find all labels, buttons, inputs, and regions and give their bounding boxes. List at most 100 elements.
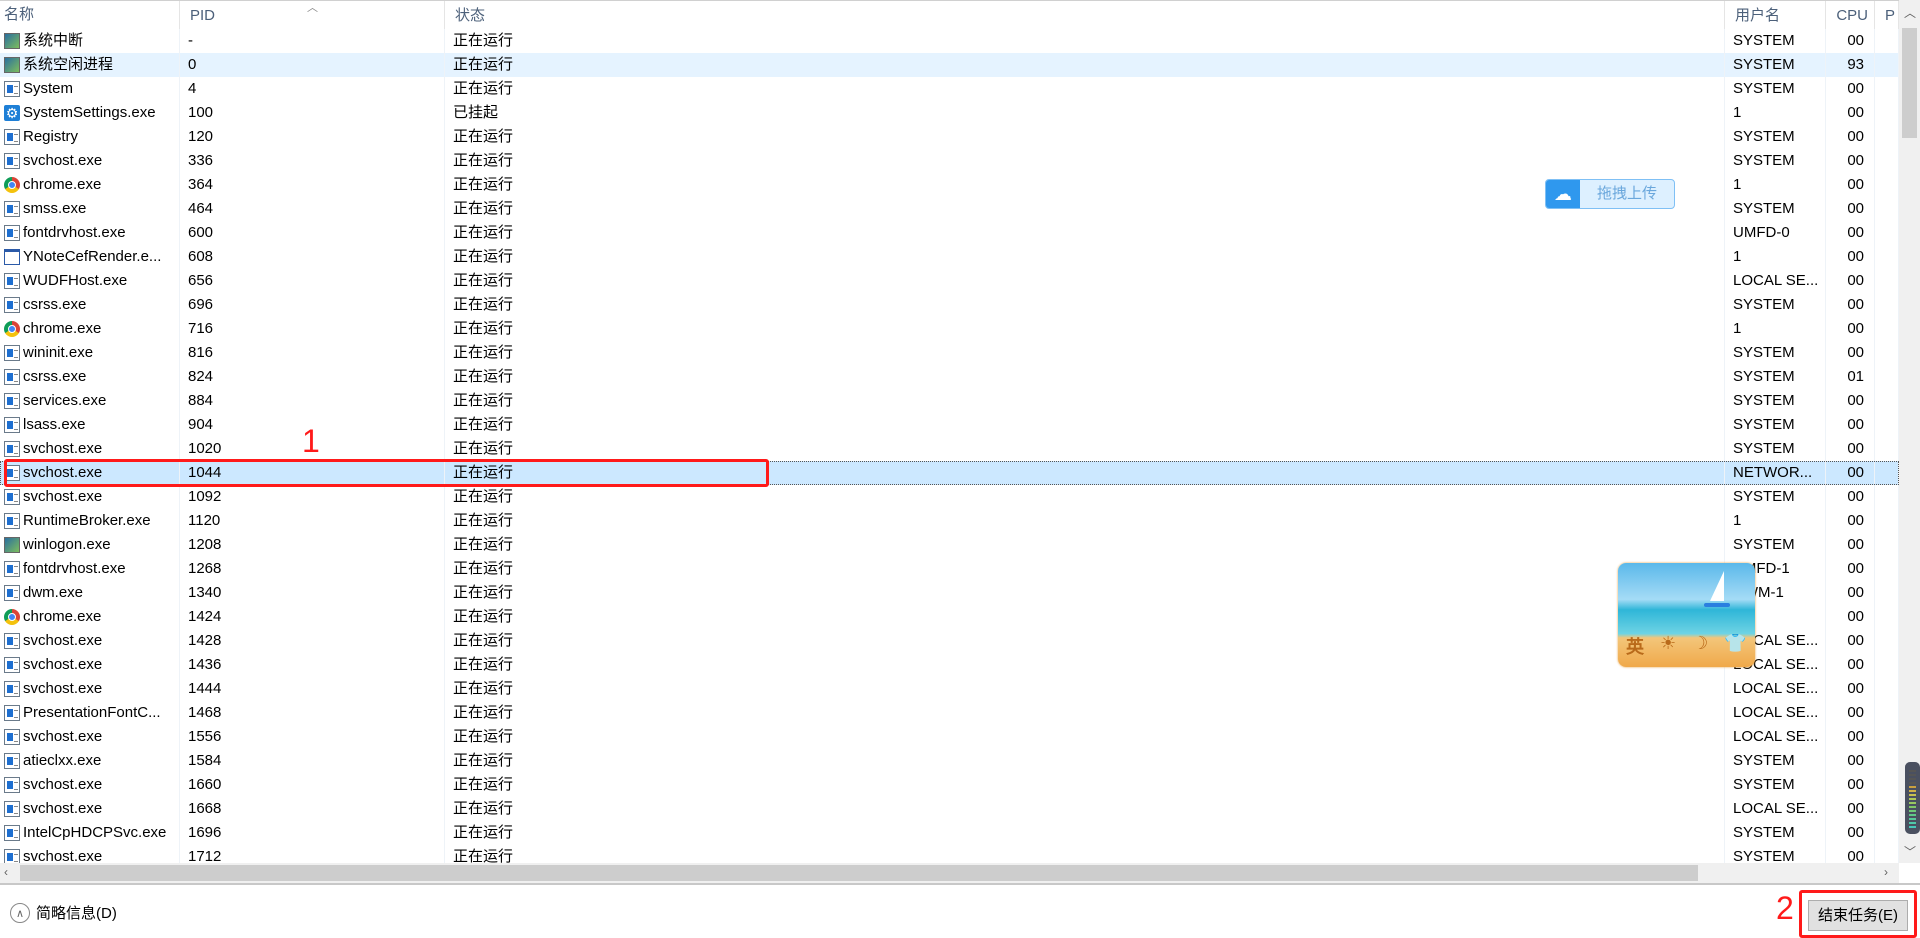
horizontal-scrollbar[interactable]: ‹ › — [0, 863, 1899, 883]
process-row[interactable]: dwm.exe 1340 正在运行 DWM-1 00 — [0, 581, 1899, 605]
process-row[interactable]: 系统空闲进程 0 正在运行 SYSTEM 93 — [0, 53, 1899, 77]
process-row[interactable]: svchost.exe 1660 正在运行 SYSTEM 00 — [0, 773, 1899, 797]
application-icon — [4, 633, 20, 649]
process-pid: 464 — [180, 197, 445, 221]
process-row[interactable]: System 4 正在运行 SYSTEM 00 — [0, 77, 1899, 101]
scroll-left-icon[interactable]: ‹ — [4, 865, 8, 879]
process-name-cell: RuntimeBroker.exe — [0, 509, 180, 533]
process-cpu: 00 — [1826, 485, 1875, 509]
column-header-user[interactable]: 用户名 — [1725, 1, 1826, 29]
column-header-cpu[interactable]: CPU — [1826, 1, 1875, 29]
process-cpu: 00 — [1826, 245, 1875, 269]
process-pid: 1340 — [180, 581, 445, 605]
process-row[interactable]: ⚙ SystemSettings.exe 100 已挂起 1 00 — [0, 101, 1899, 125]
process-row[interactable]: svchost.exe 1092 正在运行 SYSTEM 00 — [0, 485, 1899, 509]
process-row[interactable]: svchost.exe 1712 正在运行 SYSTEM 00 — [0, 845, 1899, 863]
process-row[interactable]: RuntimeBroker.exe 1120 正在运行 1 00 — [0, 509, 1899, 533]
process-name-cell: lsass.exe — [0, 413, 180, 437]
process-name-cell: svchost.exe — [0, 485, 180, 509]
process-status: 正在运行 — [445, 317, 1725, 341]
process-row[interactable]: svchost.exe 1556 正在运行 LOCAL SE... 00 — [0, 725, 1899, 749]
process-extra-cell — [1875, 149, 1899, 173]
process-row[interactable]: fontdrvhost.exe 1268 正在运行 UMFD-1 00 — [0, 557, 1899, 581]
process-row[interactable]: lsass.exe 904 正在运行 SYSTEM 00 — [0, 413, 1899, 437]
process-row[interactable]: csrss.exe 824 正在运行 SYSTEM 01 — [0, 365, 1899, 389]
brief-info-toggle[interactable]: ∧ 简略信息(D) — [10, 902, 117, 923]
process-row[interactable]: WUDFHost.exe 656 正在运行 LOCAL SE... 00 — [0, 269, 1899, 293]
process-user: SYSTEM — [1725, 77, 1826, 101]
ime-punctuation-icon[interactable]: ☀ — [1660, 633, 1676, 659]
meter-bar — [1909, 770, 1916, 772]
application-icon — [4, 657, 20, 673]
process-user: NETWOR... — [1725, 461, 1826, 485]
column-header-status[interactable]: 状态 — [445, 1, 1725, 29]
process-name: svchost.exe — [23, 728, 103, 745]
process-row[interactable]: 系统中断 - 正在运行 SYSTEM 00 — [0, 29, 1899, 53]
column-header-p[interactable]: P — [1875, 1, 1899, 29]
process-user: SYSTEM — [1725, 485, 1826, 509]
application-icon — [4, 441, 20, 457]
process-row[interactable]: svchost.exe 1668 正在运行 LOCAL SE... 00 — [0, 797, 1899, 821]
ime-moon-icon[interactable]: ☽ — [1692, 633, 1708, 659]
scroll-up-icon[interactable]: ︿ — [1904, 4, 1916, 21]
process-pid: 1660 — [180, 773, 445, 797]
window-icon — [4, 249, 20, 265]
ime-status-widget[interactable]: 英 ☀ ☽ 👕 — [1618, 563, 1755, 667]
footer-bar: ∧ 简略信息(D) 结束任务(E) — [0, 883, 1920, 938]
application-icon — [4, 153, 20, 169]
process-user: SYSTEM — [1725, 197, 1826, 221]
meter-bar — [1909, 782, 1916, 784]
vertical-scrollbar[interactable]: ︿ ﹀ — [1899, 0, 1920, 863]
process-row[interactable]: csrss.exe 696 正在运行 SYSTEM 00 — [0, 293, 1899, 317]
process-row[interactable]: svchost.exe 1428 正在运行 LOCAL SE... 00 — [0, 629, 1899, 653]
process-user: 1 — [1725, 509, 1826, 533]
process-name-cell: services.exe — [0, 389, 180, 413]
process-row[interactable]: services.exe 884 正在运行 SYSTEM 00 — [0, 389, 1899, 413]
process-user: SYSTEM — [1725, 845, 1826, 863]
process-pid: 336 — [180, 149, 445, 173]
process-row[interactable]: wininit.exe 816 正在运行 SYSTEM 00 — [0, 341, 1899, 365]
application-icon — [4, 129, 20, 145]
process-pid: 1436 — [180, 653, 445, 677]
process-row[interactable]: svchost.exe 1020 正在运行 SYSTEM 00 — [0, 437, 1899, 461]
process-status: 正在运行 — [445, 629, 1725, 653]
column-header-name[interactable]: 名称 — [0, 1, 180, 29]
application-icon — [4, 825, 20, 841]
process-cpu: 00 — [1826, 773, 1875, 797]
process-name-cell: svchost.exe — [0, 773, 180, 797]
meter-bar — [1909, 806, 1916, 808]
process-row[interactable]: svchost.exe 1444 正在运行 LOCAL SE... 00 — [0, 677, 1899, 701]
process-row[interactable]: winlogon.exe 1208 正在运行 SYSTEM 00 — [0, 533, 1899, 557]
process-extra-cell — [1875, 509, 1899, 533]
process-name: 系统中断 — [23, 32, 84, 49]
process-row[interactable]: YNoteCefRender.e... 608 正在运行 1 00 — [0, 245, 1899, 269]
process-name-cell: chrome.exe — [0, 317, 180, 341]
process-extra-cell — [1875, 725, 1899, 749]
ime-skin-icon[interactable]: 👕 — [1724, 633, 1746, 659]
ime-language-icon[interactable]: 英 — [1626, 633, 1644, 659]
annotation-box-2 — [1799, 890, 1917, 938]
scroll-down-icon[interactable]: ﹀ — [1904, 843, 1916, 860]
process-row[interactable]: atieclxx.exe 1584 正在运行 SYSTEM 00 — [0, 749, 1899, 773]
process-status: 正在运行 — [445, 773, 1725, 797]
process-row[interactable]: chrome.exe 716 正在运行 1 00 — [0, 317, 1899, 341]
drag-upload-widget[interactable]: ☁ 拖拽上传 — [1545, 179, 1675, 209]
process-name-cell: svchost.exe — [0, 845, 180, 863]
process-row[interactable]: svchost.exe 1436 正在运行 LOCAL SE... 00 — [0, 653, 1899, 677]
process-row[interactable]: svchost.exe 336 正在运行 SYSTEM 00 — [0, 149, 1899, 173]
process-row[interactable]: PresentationFontC... 1468 正在运行 LOCAL SE... 0… — [0, 701, 1899, 725]
process-cpu: 01 — [1826, 365, 1875, 389]
process-row[interactable]: IntelCpHDCPSvc.exe 1696 正在运行 SYSTEM 00 — [0, 821, 1899, 845]
process-status: 正在运行 — [445, 365, 1725, 389]
process-row[interactable]: fontdrvhost.exe 600 正在运行 UMFD-0 00 — [0, 221, 1899, 245]
process-cpu: 00 — [1826, 317, 1875, 341]
vertical-scroll-thumb[interactable] — [1902, 28, 1917, 138]
process-row[interactable]: Registry 120 正在运行 SYSTEM 00 — [0, 125, 1899, 149]
process-cpu: 00 — [1826, 629, 1875, 653]
process-extra-cell — [1875, 77, 1899, 101]
process-status: 正在运行 — [445, 437, 1725, 461]
scroll-right-icon[interactable]: › — [1884, 865, 1888, 879]
process-name: chrome.exe — [23, 608, 102, 625]
horizontal-scroll-thumb[interactable] — [20, 865, 1698, 881]
process-row[interactable]: chrome.exe 1424 正在运行 00 — [0, 605, 1899, 629]
